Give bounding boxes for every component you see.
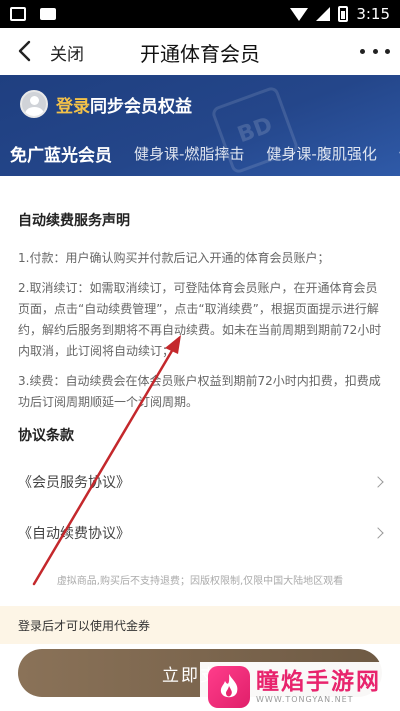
agreement-label: 《自动续费协议》 (18, 526, 130, 542)
status-bar: 3:15 (0, 0, 400, 28)
tab-abs-training[interactable]: 健身课-腹肌强化 (266, 143, 376, 164)
dot-icon (360, 48, 365, 54)
agreement-auto-renew[interactable]: 《自动续费协议》 (0, 512, 400, 554)
notice-item: 1.付款：用户确认购买并付款后记入开通的体育会员账户； (18, 251, 330, 265)
membership-tabs: 免广蓝光会员 健身课-燃脂摔击 健身课-腹肌强化 健 (0, 131, 400, 176)
chevron-right-icon (372, 476, 384, 488)
battery-icon (338, 6, 349, 22)
site-watermark: 瞳焰手游网 WWW.TONGYAN.NET (200, 662, 400, 711)
flame-logo-icon (208, 665, 250, 708)
tab-fat-burning[interactable]: 健身课-燃脂摔击 (134, 143, 244, 164)
watermark-name: 瞳焰手游网 (256, 669, 381, 695)
agreements-title: 协议条款 (18, 428, 74, 444)
agreement-label: 《会员服务协议》 (18, 475, 130, 491)
message-notification-icon (40, 8, 56, 20)
notice-item: 2.取消续订：如需取消续订，可登陆体育会员账户，在开通体育会员页面，点击“自动续… (18, 281, 382, 358)
image-notification-icon (10, 7, 26, 21)
more-options-button[interactable] (360, 40, 390, 62)
dot-icon (385, 48, 390, 54)
wifi-icon (290, 7, 309, 21)
login-link[interactable]: 登录 (56, 97, 90, 117)
page-title: 开通体育会员 (140, 42, 260, 66)
coupon-notice: 登录后才可以使用代金券 (0, 606, 400, 644)
membership-banner: BD 登录同步会员权益 免广蓝光会员 健身课-燃脂摔击 健身课-腹肌强化 健 (0, 75, 400, 176)
dot-icon (372, 48, 378, 54)
login-prompt[interactable]: 登录同步会员权益 (20, 90, 192, 118)
main-content: 自动续费服务声明 1.付款：用户确认购买并付款后记入开通的体育会员账户； 2.取… (0, 176, 400, 606)
auto-renew-notice: 1.付款：用户确认购买并付款后记入开通的体育会员账户； 2.取消续订：如需取消续… (18, 248, 388, 422)
auto-renew-title: 自动续费服务声明 (18, 213, 130, 229)
notice-item: 3.续费：自动续费会在体会员账户权益到期前72小时内扣费，扣费成功后订阅周期顺延… (18, 374, 381, 409)
agreement-member-service[interactable]: 《会员服务协议》 (0, 461, 400, 503)
disclaimer-text: 虚拟商品,购买后不支持退费；因版权限制,仅限中国大陆地区观看 (56, 576, 344, 587)
chevron-right-icon (372, 527, 384, 539)
watermark-url: WWW.TONGYAN.NET (256, 695, 354, 704)
avatar[interactable] (20, 90, 48, 118)
status-time: 3:15 (356, 5, 390, 23)
tab-ad-free-bluray[interactable]: 免广蓝光会员 (10, 141, 112, 166)
signal-icon (316, 7, 331, 21)
login-subtitle: 同步会员权益 (90, 96, 192, 117)
nav-bar: 关闭 开通体育会员 (0, 28, 400, 75)
